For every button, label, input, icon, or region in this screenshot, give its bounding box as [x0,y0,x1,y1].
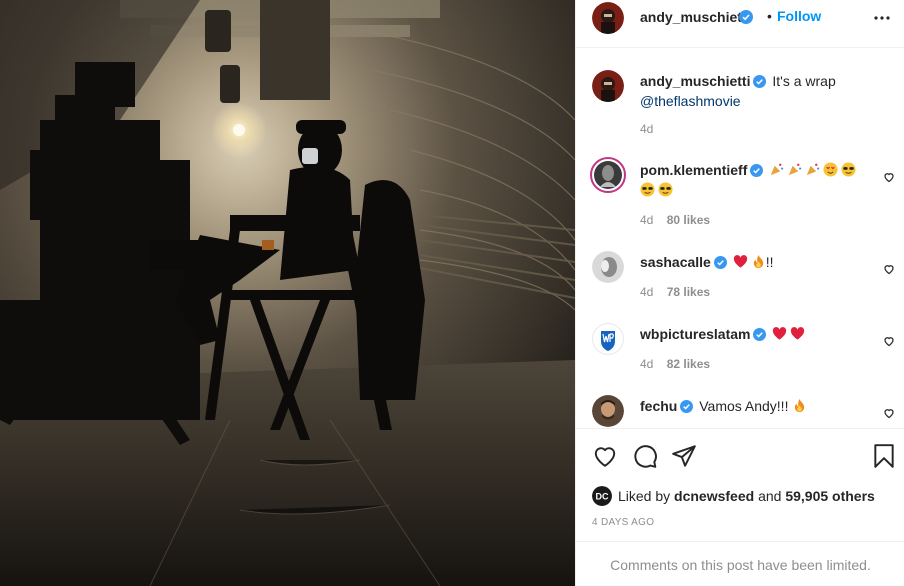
comment-meta: 4d 80 likes [640,213,710,227]
post-actions-section: DC Liked by dcnewsfeed and 59,905 others… [576,428,904,586]
film-set-tunnel-image [0,0,575,586]
commenter-avatar[interactable] [592,323,624,355]
comment-time[interactable]: 4d [640,357,653,371]
verified-badge-icon [750,163,764,181]
party-popper-icon [805,162,820,177]
liked-by-conj: and [758,488,782,504]
comment-time[interactable]: 4d [640,285,653,299]
author-avatar[interactable] [592,2,624,34]
party-popper-icon [769,162,784,177]
post-side-panel: andy_muschietti • Follow andy_muschietti [575,0,904,586]
caption-author-avatar[interactable] [592,70,624,102]
comments-list[interactable]: andy_muschietti It's a wrap @theflashmov… [576,48,904,428]
commenter-avatar[interactable] [590,157,626,193]
like-comment-heart-icon[interactable] [883,406,895,419]
commenter-avatar[interactable] [592,395,624,427]
post-date[interactable]: 4 DAYS AGO [592,517,654,528]
comment-likes[interactable]: 80 likes [667,213,710,227]
save-bookmark-icon[interactable] [871,443,897,469]
likes-summary: DC Liked by dcnewsfeed and 59,905 others [592,485,892,507]
verified-badge-icon [713,255,727,273]
liked-by-prefix: Liked by [618,488,671,504]
comment-likes[interactable]: 78 likes [667,285,710,299]
verified-badge-icon [739,10,753,27]
heart-eyes-icon [823,162,838,177]
caption-mention-link[interactable]: @theflashmovie [640,92,870,110]
sunglasses-face-icon [841,162,856,177]
caption-text: It's a wrap [772,73,836,89]
likes-count[interactable]: 59,905 others [785,488,875,504]
red-heart-icon [733,254,748,269]
comment-likes[interactable]: 82 likes [667,357,710,371]
comment-author[interactable]: fechu [640,398,677,414]
sunglasses-face-icon [640,182,655,197]
sunglasses-face-icon [658,182,673,197]
verified-badge-icon [753,327,767,345]
more-options-icon[interactable] [872,8,892,28]
dc-logo-avatar[interactable]: DC [592,486,612,506]
header-separator: • [767,8,772,24]
comment-author[interactable]: wbpictureslatam [640,326,750,342]
party-popper-icon [787,162,802,177]
caption-time[interactable]: 4d [640,122,653,136]
author-username[interactable]: andy_muschietti [640,9,750,25]
comment-meta: 4d 82 likes [640,357,710,371]
share-direct-icon[interactable] [671,443,697,469]
fire-icon [792,398,807,413]
comment-time[interactable]: 4d [640,213,653,227]
caption-meta: 4d [640,122,663,136]
follow-button[interactable]: Follow [777,8,821,24]
like-comment-heart-icon[interactable] [883,334,895,347]
comment-bubble-icon[interactable] [632,443,658,469]
comments-limited-notice: Comments on this post have been limited. [576,541,904,586]
liked-by-user[interactable]: dcnewsfeed [674,488,754,504]
post-photo[interactable] [0,0,575,586]
verified-badge-icon [753,74,767,92]
comment-text: Vamos Andy!!! [699,398,789,414]
comment-author[interactable]: pom.klementieff [640,162,747,178]
comment-meta: 4d 78 likes [640,285,710,299]
comment-text: !! [765,254,774,270]
svg-text:DC: DC [596,492,609,502]
red-heart-icon [772,326,787,341]
caption-author[interactable]: andy_muschietti [640,73,750,89]
red-heart-icon [790,326,805,341]
fire-icon [751,254,766,269]
commenter-avatar[interactable] [592,251,624,283]
like-heart-icon[interactable] [592,443,618,469]
verified-badge-icon [680,399,694,417]
post-header: andy_muschietti • Follow [576,0,904,48]
like-comment-heart-icon[interactable] [883,262,895,275]
comment-author[interactable]: sashacalle [640,254,711,270]
like-comment-heart-icon[interactable] [883,170,895,183]
